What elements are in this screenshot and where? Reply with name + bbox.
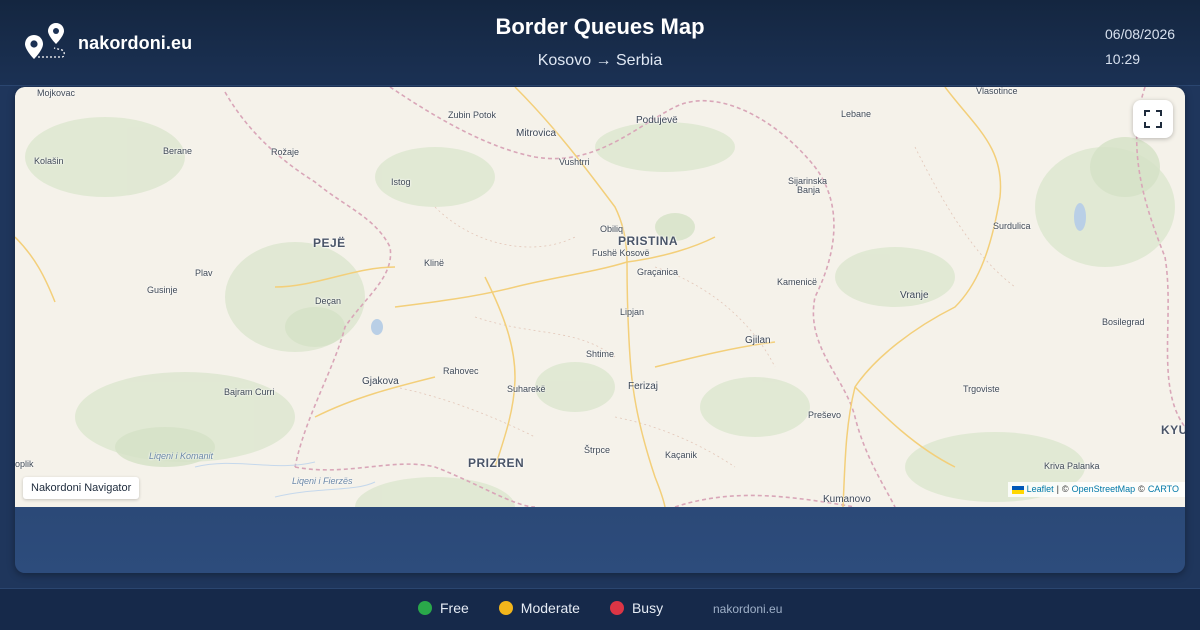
place-label: oplik [15, 459, 34, 469]
legend: Free Moderate Busy [418, 600, 693, 616]
current-date: 06/08/2026 [1105, 26, 1176, 42]
place-label: Podujevë [636, 115, 678, 126]
footer-site[interactable]: nakordoni.eu [713, 602, 782, 616]
place-label: Berane [163, 146, 193, 156]
status-dot [609, 601, 624, 615]
legend-item-moderate: Moderate [498, 600, 580, 616]
place-label: Kolašin [34, 156, 64, 166]
place-label: Vushtrri [559, 157, 590, 167]
place-label: Fushë Kosovë [592, 248, 650, 258]
place-label: Ferizaj [628, 381, 659, 392]
fullscreen-button[interactable] [1133, 100, 1173, 138]
title-block: Border Queues Map Kosovo → Serbia [400, 14, 800, 70]
legend-item-free: Free [418, 600, 469, 616]
place-label: Deçan [315, 296, 342, 306]
openstreetmap-link[interactable]: OpenStreetMap [1072, 482, 1136, 497]
legend-label: Moderate [520, 600, 580, 616]
copyright-symbol: © [1138, 484, 1145, 494]
place-label: Obiliq [600, 224, 624, 234]
map-view[interactable]: Mojkovac Zubin Potok Mitrovica Podujevë Leba… [15, 87, 1185, 507]
place-label: Bajram Curri [224, 387, 275, 397]
place-label: PRIZREN [468, 456, 525, 470]
place-label: Rahovec [443, 366, 479, 376]
leaflet-link[interactable]: Leaflet [1027, 482, 1054, 497]
ukraine-flag-icon [1011, 485, 1024, 494]
place-label: Surdulica [993, 221, 1031, 231]
place-label: Liqeni i Fierzës [292, 476, 353, 486]
place-label: Suharekë [507, 384, 546, 394]
datetime: 06/08/2026 10:29 [1105, 22, 1175, 72]
place-label: Gusinje [147, 285, 178, 295]
nakordoni-navigator-label[interactable]: Nakordoni Navigator [23, 477, 140, 499]
legend-item-busy: Busy [609, 600, 664, 616]
place-label: PRISTINA [618, 234, 679, 248]
place-label: Lipjan [620, 307, 645, 317]
place-label: Trgoviste [963, 384, 1000, 394]
place-label: Kriva Palanka [1044, 461, 1100, 471]
place-label: Banja [797, 185, 821, 195]
place-label: Mojkovac [37, 88, 76, 98]
footer: Free Moderate Busy nakordoni.eu [0, 588, 1200, 630]
place-label: Kamenicë [777, 277, 818, 287]
brand[interactable]: nakordoni.eu [24, 22, 192, 64]
status-dot [418, 601, 432, 615]
place-label: Bosilegrad [1102, 317, 1145, 327]
legend-label: Free [440, 600, 469, 616]
place-label: Plav [195, 268, 213, 278]
attribution-separator: | [1056, 484, 1059, 494]
map-pins-logo-icon [25, 23, 65, 59]
carto-link[interactable]: CARTO [1148, 482, 1179, 497]
brand-name: nakordoni.eu [78, 32, 193, 53]
place-label: Istog [391, 177, 411, 187]
place-label: Gjakova [362, 376, 399, 387]
fullscreen-icon [1144, 110, 1162, 128]
map-attribution: Leaflet | © OpenStreetMap © CARTO [1007, 482, 1185, 497]
route-subtitle: Kosovo → Serbia [537, 52, 663, 69]
place-label: Štrpce [584, 445, 611, 455]
place-label: Mitrovica [516, 128, 557, 139]
copyright-symbol: © [1061, 484, 1069, 494]
place-label: Vlasotince [976, 87, 1018, 96]
header: nakordoni.eu Border Queues Map Kosovo → … [0, 0, 1200, 86]
place-label: Zubin Potok [448, 110, 497, 120]
place-label: Preševo [808, 410, 842, 420]
place-label: KYU [1161, 423, 1185, 437]
status-dot [498, 601, 513, 615]
place-label: PEJË [313, 236, 346, 250]
current-time: 10:29 [1105, 51, 1141, 67]
place-label: Graçanica [637, 267, 679, 277]
place-label: Rožaje [271, 147, 300, 157]
legend-label: Busy [631, 600, 664, 616]
map-panel: Mojkovac Zubin Potok Mitrovica Podujevë Leba… [15, 87, 1185, 573]
place-label: Gjilan [745, 335, 771, 346]
place-label: Kumanovo [823, 494, 871, 505]
place-label: Liqeni i Komanit [149, 451, 214, 461]
place-label: Klinë [424, 258, 445, 268]
place-label: Lebane [841, 109, 872, 119]
page-title: Border Queues Map [495, 14, 705, 39]
place-label: Kaçanik [665, 450, 698, 460]
place-label: Shtime [586, 349, 615, 359]
place-label: Vranje [900, 290, 929, 301]
